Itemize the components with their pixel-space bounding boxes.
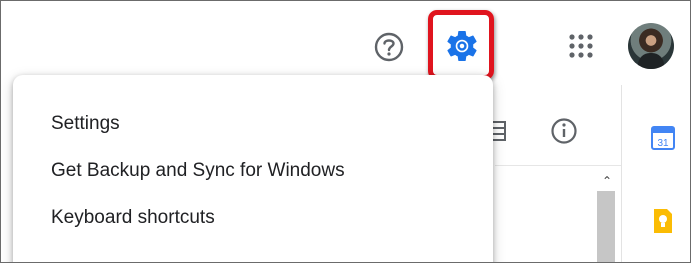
- calendar-day-text: 31: [657, 138, 669, 149]
- list-separator: [495, 165, 621, 166]
- calendar-icon[interactable]: 31: [651, 125, 675, 151]
- apps-grid-icon[interactable]: [568, 33, 594, 59]
- scroll-up-arrow[interactable]: ⌃: [597, 173, 617, 189]
- info-icon[interactable]: [550, 117, 578, 145]
- scrollbar[interactable]: [597, 191, 615, 262]
- side-panel-divider: [621, 85, 622, 262]
- menu-item-backup-and-sync[interactable]: Get Backup and Sync for Windows: [51, 160, 345, 182]
- app-window: ⌃ 31 Settings Get Backup and Sync for Wi…: [0, 0, 691, 263]
- settings-menu: Settings Get Backup and Sync for Windows…: [13, 75, 493, 262]
- menu-item-keyboard-shortcuts[interactable]: Keyboard shortcuts: [51, 207, 215, 229]
- keep-icon[interactable]: [651, 208, 675, 234]
- gear-icon[interactable]: [444, 28, 480, 64]
- avatar[interactable]: [628, 23, 674, 69]
- help-icon[interactable]: [373, 31, 405, 63]
- menu-item-settings[interactable]: Settings: [51, 113, 120, 135]
